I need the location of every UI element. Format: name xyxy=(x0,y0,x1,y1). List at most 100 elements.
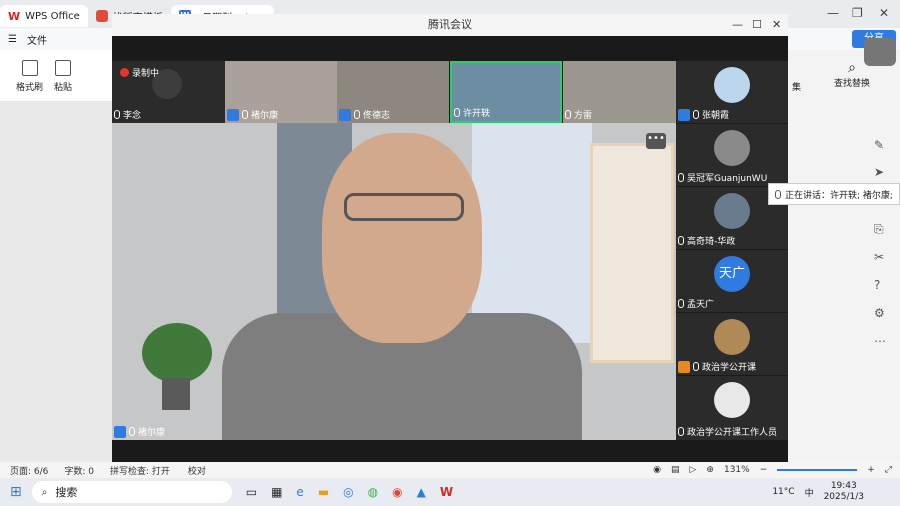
avatar xyxy=(714,382,750,418)
cursor-icon[interactable]: ➤ xyxy=(874,165,884,179)
proofread[interactable]: 校对 xyxy=(188,464,206,477)
participant-tile[interactable]: 政治学公开课工作人员 xyxy=(676,376,788,440)
participant-tile[interactable]: 天广 孟天广 xyxy=(676,250,788,312)
more-icon[interactable]: ⋯ xyxy=(874,334,886,348)
background-window xyxy=(472,123,592,343)
explorer-icon[interactable]: ▬ xyxy=(318,485,329,499)
participant-tile[interactable]: 吴冠军GuanjunWU xyxy=(676,124,788,186)
format-painter-button[interactable]: 格式刷 xyxy=(16,60,43,93)
search-icon: ⌕ xyxy=(41,486,48,498)
wechat-icon[interactable]: ◍ xyxy=(368,485,378,499)
participant-label: 李念 xyxy=(114,108,141,121)
speaker-name: 褚尔康 xyxy=(138,428,166,438)
participant-name: 张朝霞 xyxy=(702,111,730,121)
language-indicator[interactable]: 中 xyxy=(805,486,814,499)
tencent-meeting-window: 腾讯会议 — ☐ ✕ 李念 褚尔康 佟德志 许开轶 方雷 录制中 张朝霞 吴冠军… xyxy=(112,14,788,464)
participant-name: 政治学公开课 xyxy=(702,363,757,373)
meeting-app-icon[interactable]: ▲ xyxy=(417,485,426,499)
spell-check[interactable]: 拼写检查: 打开 xyxy=(110,464,170,477)
tab-wps-label: WPS Office xyxy=(25,10,80,22)
recording-indicator[interactable]: 录制中 xyxy=(120,66,159,79)
record-icon xyxy=(120,68,129,77)
zoom-out-icon[interactable]: − xyxy=(760,465,768,475)
file-menu[interactable]: 文件 xyxy=(27,32,47,47)
participant-label: 佟德志 xyxy=(339,108,390,121)
tab-wps-office[interactable]: W WPS Office xyxy=(0,5,88,27)
participant-tile[interactable]: 褚尔康 xyxy=(225,61,337,123)
avatar: 天广 xyxy=(714,256,750,292)
find-replace-button[interactable]: ⌕ 查找替换 xyxy=(834,60,870,89)
meeting-minimize-icon[interactable]: — xyxy=(732,18,743,31)
main-speaker-video[interactable]: ••• 褚尔康 xyxy=(112,123,676,440)
participant-name: 许开轶 xyxy=(463,109,491,119)
chrome-icon[interactable]: ◉ xyxy=(392,485,402,499)
more-options-button[interactable]: ••• xyxy=(646,133,666,149)
meeting-title: 腾讯会议 xyxy=(112,14,788,36)
clipboard-icon xyxy=(55,60,71,76)
restore-icon[interactable]: ❐ xyxy=(852,6,863,20)
paste-button[interactable]: 粘贴 xyxy=(54,60,72,93)
mic-icon xyxy=(775,189,781,199)
participant-label: 高奇琦-华政 xyxy=(678,234,735,247)
participant-tile[interactable]: 方雷 xyxy=(563,61,676,123)
eye-icon[interactable]: ◉ xyxy=(653,465,661,475)
participant-name: 李念 xyxy=(123,111,142,121)
tools-icon[interactable]: ✂ xyxy=(874,250,884,264)
menu-icon[interactable]: ☰ xyxy=(8,34,17,45)
participant-label: 政治学公开课工作人员 xyxy=(678,425,777,438)
collect-label: 集 xyxy=(792,83,802,93)
help-icon[interactable]: ? xyxy=(874,278,880,292)
task-view-icon[interactable]: ▭ xyxy=(246,485,257,499)
settings-icon[interactable]: ⚙ xyxy=(874,306,885,320)
edge-icon[interactable]: e xyxy=(296,485,303,499)
format-painter-label: 格式刷 xyxy=(16,83,44,93)
minimize-icon[interactable]: — xyxy=(827,6,839,20)
meeting-maximize-icon[interactable]: ☐ xyxy=(752,18,762,31)
windows-start-icon[interactable]: ⊞ xyxy=(10,484,22,500)
play-icon[interactable]: ▷ xyxy=(690,465,697,475)
close-icon[interactable]: ✕ xyxy=(879,6,889,20)
widgets-icon[interactable]: ▦ xyxy=(271,485,282,499)
participant-label: 孟天广 xyxy=(678,297,714,310)
screenshot-icon[interactable]: ⎘ xyxy=(874,222,884,237)
taskbar: ⊞ ⌕ 搜索 ▭ ▦ e ▬ ◎ ◍ ◉ ▲ W 11°C 中 19:43 20… xyxy=(0,478,900,506)
mic-icon xyxy=(565,110,571,119)
page-view-icon[interactable]: ▤ xyxy=(671,465,680,475)
person-icon xyxy=(678,108,690,121)
participant-name: 吴冠军GuanjunWU xyxy=(687,174,768,184)
mic-icon xyxy=(129,427,135,436)
find-replace-label: 查找替换 xyxy=(834,79,871,89)
fullscreen-icon[interactable]: ⤢ xyxy=(885,465,892,475)
wps-taskbar-icon[interactable]: W xyxy=(440,485,453,499)
web-icon[interactable]: ⊕ xyxy=(706,465,714,475)
clock-date: 2025/1/3 xyxy=(823,492,864,502)
zoom-slider[interactable] xyxy=(777,469,858,471)
avatar xyxy=(714,193,750,229)
mic-icon xyxy=(454,108,460,117)
brush-icon xyxy=(21,60,38,76)
page-indicator[interactable]: 页面: 6/6 xyxy=(10,464,48,477)
mic-icon xyxy=(678,173,684,182)
word-count[interactable]: 字数: 0 xyxy=(64,464,94,477)
participant-tile[interactable]: 佟德志 xyxy=(337,61,449,123)
participant-label: 吴冠军GuanjunWU xyxy=(678,171,767,184)
pen-icon[interactable]: ✎ xyxy=(874,138,884,152)
plant-image xyxy=(142,323,212,383)
person-icon xyxy=(339,108,351,121)
speaker-label: 褚尔康 xyxy=(114,425,165,438)
search-box[interactable]: ⌕ 搜索 xyxy=(31,481,232,503)
app-icon[interactable]: ◎ xyxy=(343,485,353,499)
temperature[interactable]: 11°C xyxy=(772,487,794,497)
participant-tile-active[interactable]: 许开轶 xyxy=(450,61,562,123)
participant-tile[interactable]: 张朝霞 xyxy=(676,61,788,123)
participant-label: 张朝霞 xyxy=(678,108,729,121)
participant-tile[interactable]: 政治学公开课 xyxy=(676,313,788,375)
floating-widget[interactable] xyxy=(864,38,896,66)
mic-icon xyxy=(678,236,684,245)
zoom-level[interactable]: 131% xyxy=(724,465,750,475)
speaking-tooltip: 正在讲话：许开轶; 褚尔康; xyxy=(768,183,900,205)
clock[interactable]: 19:43 2025/1/3 xyxy=(824,481,864,503)
meeting-close-icon[interactable]: ✕ xyxy=(772,18,781,31)
zoom-in-icon[interactable]: + xyxy=(867,465,875,475)
document-canvas-left xyxy=(0,102,112,462)
